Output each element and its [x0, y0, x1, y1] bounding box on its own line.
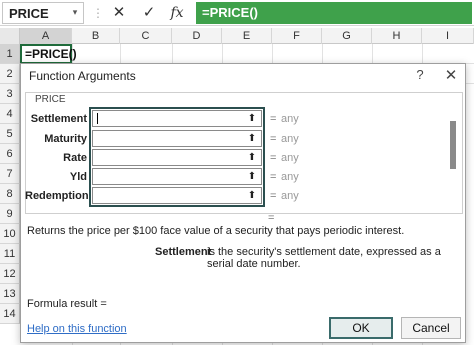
settlement-equals: =: [270, 113, 277, 125]
function-arguments-dialog: Function Arguments ? ✕ PRICE Settlement …: [20, 63, 466, 343]
rate-input[interactable]: ⬆: [92, 149, 262, 166]
function-description: Returns the price per $100 face value of…: [27, 225, 405, 237]
row-header-12[interactable]: 12: [0, 264, 20, 284]
settlement-result: any: [281, 113, 299, 125]
ok-button[interactable]: OK: [329, 317, 393, 339]
yld-label: Yld: [69, 171, 87, 183]
rate-label: Rate: [63, 152, 87, 164]
cell-a1-value: =PRICE(): [25, 47, 77, 61]
yld-input[interactable]: ⬆: [92, 168, 262, 185]
row-header-5[interactable]: 5: [0, 124, 20, 144]
insert-function-icon[interactable]: fx: [166, 3, 188, 23]
name-box-dropdown-icon[interactable]: ▾: [68, 4, 82, 20]
redemption-result: any: [281, 190, 299, 202]
text-cursor: [97, 113, 98, 124]
name-box-value: PRICE: [9, 6, 49, 21]
maturity-input[interactable]: ⬆: [92, 130, 262, 147]
formula-input[interactable]: =PRICE(): [196, 2, 472, 24]
cancel-button[interactable]: Cancel: [401, 317, 461, 339]
column-header-a[interactable]: A: [20, 28, 72, 44]
maturity-label: Maturity: [44, 133, 87, 145]
help-on-function-link[interactable]: Help on this function: [27, 323, 127, 335]
column-header-c[interactable]: C: [120, 28, 172, 44]
row-header-7[interactable]: 7: [0, 164, 20, 184]
row-header-9[interactable]: 9: [0, 204, 20, 224]
settlement-input[interactable]: ⬆: [92, 110, 262, 127]
formula-bar: PRICE ▾ ⋮ ✕ ✓ fx =PRICE(): [0, 0, 474, 26]
argument-help-name: Settlement: [155, 246, 212, 258]
fx-label: fx: [170, 5, 184, 21]
enter-check-icon[interactable]: ✓: [138, 3, 160, 23]
column-header-h[interactable]: H: [372, 28, 422, 44]
row-header-14[interactable]: 14: [0, 304, 20, 324]
collapse-dialog-icon[interactable]: ⬆: [245, 170, 259, 183]
formula-result-label: Formula result =: [27, 298, 107, 310]
column-header-bar: A B C D E F G H I: [0, 28, 474, 44]
active-cell-a1[interactable]: =PRICE(): [20, 44, 77, 64]
collapse-dialog-icon[interactable]: ⬆: [245, 132, 259, 145]
formula-text: =PRICE(): [202, 5, 258, 20]
dots-separator-icon: ⋮: [92, 6, 104, 20]
settlement-label: Settlement: [30, 113, 87, 125]
cancel-entry-icon[interactable]: ✕: [108, 3, 130, 23]
redemption-equals: =: [270, 190, 277, 202]
row-header-10[interactable]: 10: [0, 224, 20, 244]
column-header-g[interactable]: G: [322, 28, 372, 44]
collapse-dialog-icon[interactable]: ⬆: [245, 189, 259, 202]
yld-equals: =: [270, 171, 277, 183]
scrollbar-thumb[interactable]: [450, 121, 456, 169]
argument-help-text: is the security's settlement date, expre…: [207, 246, 441, 270]
collapse-dialog-icon[interactable]: ⬆: [245, 151, 259, 164]
row-header-6[interactable]: 6: [0, 144, 20, 164]
help-icon[interactable]: ?: [413, 67, 427, 82]
column-header-i[interactable]: I: [422, 28, 474, 44]
column-header-d[interactable]: D: [172, 28, 222, 44]
close-icon[interactable]: ✕: [443, 66, 459, 84]
redemption-input[interactable]: ⬆: [92, 187, 262, 204]
rate-result: any: [281, 152, 299, 164]
row-header-4[interactable]: 4: [0, 104, 20, 124]
grid-row: [20, 44, 474, 64]
row-header-3[interactable]: 3: [0, 84, 20, 104]
column-header-e[interactable]: E: [222, 28, 272, 44]
select-all-corner[interactable]: [0, 28, 20, 44]
row-header-8[interactable]: 8: [0, 184, 20, 204]
yld-result: any: [281, 171, 299, 183]
collapse-dialog-icon[interactable]: ⬆: [245, 112, 259, 125]
row-header-13[interactable]: 13: [0, 284, 20, 304]
group-label: PRICE: [33, 94, 68, 105]
row-header-11[interactable]: 11: [0, 244, 20, 264]
function-result-equals: =: [268, 212, 275, 224]
dialog-title: Function Arguments: [29, 69, 136, 83]
row-header-1[interactable]: 1: [0, 44, 20, 64]
maturity-equals: =: [270, 133, 277, 145]
column-header-f[interactable]: F: [272, 28, 322, 44]
maturity-result: any: [281, 133, 299, 145]
redemption-label: Redemption: [25, 190, 89, 202]
row-header-2[interactable]: 2: [0, 64, 20, 84]
rate-equals: =: [270, 152, 277, 164]
column-header-b[interactable]: B: [72, 28, 120, 44]
